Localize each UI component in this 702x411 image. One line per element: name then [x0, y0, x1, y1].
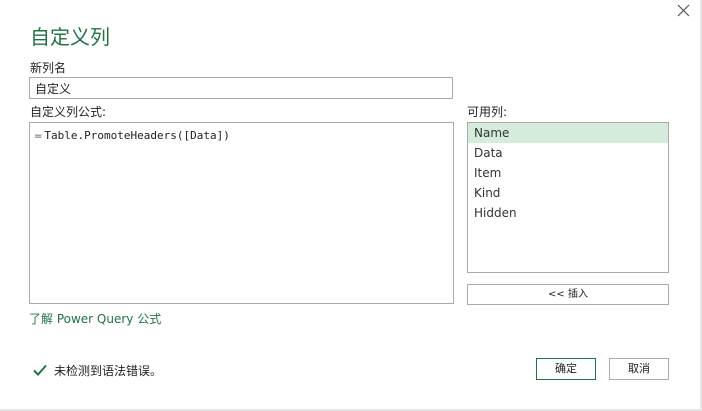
formula-line: = Table.PromoteHeaders([Data]): [34, 129, 230, 144]
custom-column-dialog: 自定义列 新列名 自定义列公式: =Table.PromoteHeaders([…: [0, 0, 702, 411]
column-item-hidden[interactable]: Hidden: [468, 203, 668, 223]
cancel-button[interactable]: 取消: [609, 358, 669, 380]
ok-button[interactable]: 确定: [536, 358, 596, 380]
close-icon: [677, 4, 690, 17]
custom-formula-editor[interactable]: = Table.PromoteHeaders([Data]): [29, 122, 454, 304]
formula-text: Table.PromoteHeaders([Data]): [44, 129, 230, 142]
insert-button[interactable]: << 插入: [467, 284, 669, 305]
learn-power-query-formulas-link[interactable]: 了解 Power Query 公式: [29, 311, 161, 327]
available-columns-list[interactable]: Name Data Item Kind Hidden: [467, 122, 669, 273]
new-column-name-input[interactable]: [29, 77, 453, 99]
dialog-title: 自定义列: [30, 25, 110, 49]
column-item-name[interactable]: Name: [468, 123, 668, 143]
close-button[interactable]: [674, 3, 692, 19]
column-item-item[interactable]: Item: [468, 163, 668, 183]
custom-formula-label: 自定义列公式:: [30, 105, 107, 119]
column-item-data[interactable]: Data: [468, 143, 668, 163]
available-columns-label: 可用列:: [467, 105, 508, 119]
checkmark-icon: [33, 364, 47, 376]
column-item-kind[interactable]: Kind: [468, 183, 668, 203]
syntax-status-text: 未检测到语法错误。: [54, 363, 163, 378]
syntax-status: 未检测到语法错误。: [32, 361, 162, 379]
new-column-name-label: 新列名: [30, 61, 67, 75]
formula-equals-sign: =: [34, 131, 43, 142]
